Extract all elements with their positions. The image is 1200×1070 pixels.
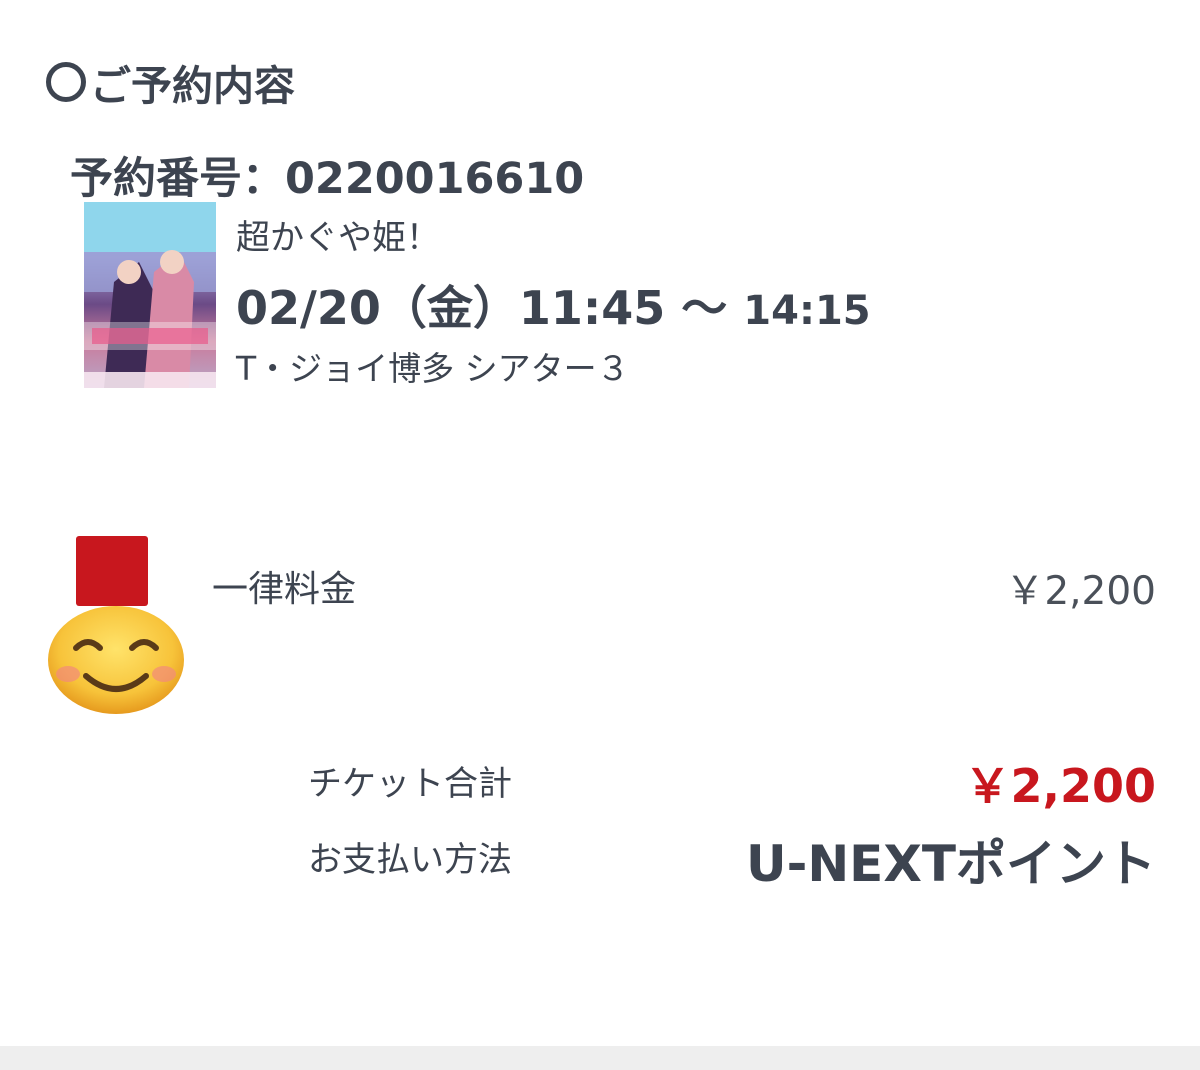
movie-title: 超かぐや姫！ bbox=[236, 218, 440, 258]
medal-ribbon bbox=[76, 536, 148, 606]
bottom-bar bbox=[0, 1046, 1200, 1070]
section-title: ご予約内容 bbox=[46, 52, 295, 112]
payment-method-label: お支払い方法 bbox=[308, 840, 512, 880]
fare-value: ￥2,200 bbox=[1005, 569, 1156, 614]
poster-art bbox=[84, 202, 216, 388]
showtime-end: 14:15 bbox=[743, 288, 871, 334]
payment-method-value: U-NEXTポイント bbox=[745, 835, 1156, 893]
smiling-face-svg bbox=[48, 606, 184, 714]
section-title-label: ご予約内容 bbox=[90, 62, 295, 110]
showtime: 02/20（金）11:45 〜 14:15 bbox=[236, 272, 871, 338]
ticket-total-value: ￥2,200 bbox=[964, 759, 1156, 813]
smiling-face-medal-icon bbox=[46, 604, 186, 714]
reservation-number: 予約番号：0220016610 bbox=[70, 154, 585, 204]
movie-poster-image bbox=[84, 202, 216, 388]
fare-label: 一律料金 bbox=[212, 569, 357, 610]
ticket-total-label: チケット合計 bbox=[308, 764, 512, 804]
circle-icon bbox=[46, 62, 86, 102]
theater-name: T・ジョイ博多 シアター３ bbox=[236, 349, 630, 388]
showtime-start: 02/20（金）11:45 〜 bbox=[236, 281, 728, 335]
